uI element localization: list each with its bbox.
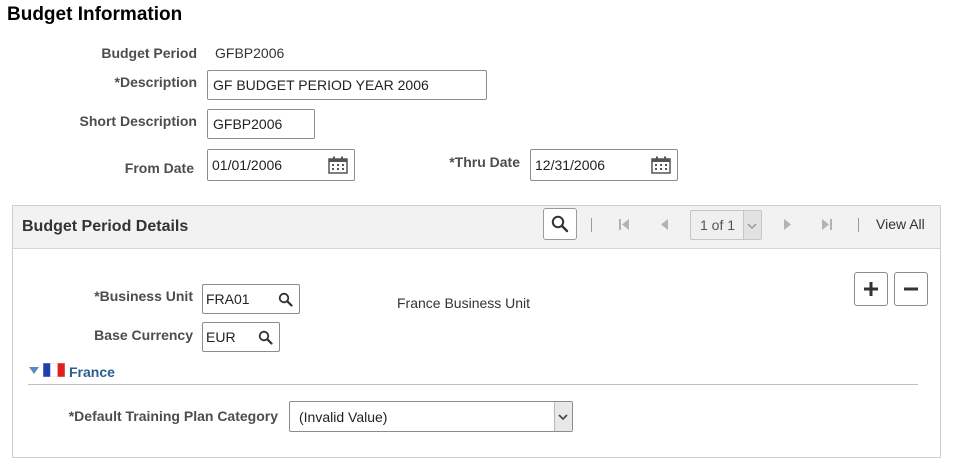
- calendar-icon[interactable]: [651, 156, 671, 174]
- business-unit-description: France Business Unit: [397, 295, 531, 311]
- budget-period-value: GFBP2006: [215, 45, 285, 61]
- country-section-header[interactable]: France: [69, 364, 115, 380]
- thru-date-label: *Thru Date: [449, 154, 520, 170]
- from-date-field[interactable]: [207, 149, 355, 181]
- separator: [591, 218, 592, 232]
- next-page-icon[interactable]: [783, 218, 793, 231]
- separator: [858, 218, 859, 232]
- budget-period-label: Budget Period: [101, 45, 197, 61]
- view-all-link[interactable]: View All: [876, 216, 925, 232]
- base-currency-label: Base Currency: [94, 327, 193, 343]
- collapse-triangle-icon[interactable]: [29, 367, 39, 374]
- grid-title: Budget Period Details: [22, 218, 189, 235]
- first-page-icon[interactable]: [618, 218, 630, 231]
- calendar-icon[interactable]: [328, 156, 348, 174]
- grid-search-button[interactable]: [543, 208, 577, 240]
- minus-icon: [904, 287, 918, 291]
- search-icon[interactable]: [258, 330, 273, 345]
- business-unit-field[interactable]: [202, 284, 300, 314]
- search-icon[interactable]: [278, 292, 293, 307]
- page-selector-arrow[interactable]: [743, 211, 761, 239]
- from-date-input[interactable]: [212, 157, 312, 173]
- from-date-label: From Date: [124, 160, 194, 176]
- page-selector[interactable]: 1 of 1: [690, 210, 762, 240]
- base-currency-field[interactable]: [202, 322, 280, 352]
- last-page-icon[interactable]: [821, 218, 833, 231]
- training-category-value: (Invalid Value): [299, 409, 388, 425]
- business-unit-label: *Business Unit: [94, 288, 193, 304]
- description-input[interactable]: [207, 70, 487, 100]
- short-description-input[interactable]: [207, 109, 315, 139]
- short-description-label: Short Description: [79, 113, 197, 129]
- chevron-down-icon: [558, 414, 568, 420]
- base-currency-input[interactable]: [206, 329, 251, 345]
- select-arrow[interactable]: [554, 402, 572, 431]
- business-unit-input[interactable]: [206, 291, 266, 307]
- france-flag-icon: [43, 363, 65, 377]
- page-selector-text: 1 of 1: [700, 217, 736, 233]
- thru-date-input[interactable]: [535, 157, 635, 173]
- search-icon: [551, 215, 569, 233]
- plus-icon: [864, 282, 878, 296]
- previous-page-icon[interactable]: [659, 218, 669, 231]
- page-title: Budget Information: [7, 4, 183, 25]
- add-row-button[interactable]: [854, 272, 888, 306]
- section-divider: [28, 384, 918, 385]
- thru-date-field[interactable]: [530, 149, 678, 181]
- chevron-down-icon: [747, 223, 757, 229]
- delete-row-button[interactable]: [894, 272, 928, 306]
- training-category-select[interactable]: (Invalid Value): [289, 401, 573, 432]
- description-label: *Description: [114, 74, 197, 90]
- training-category-label: *Default Training Plan Category: [68, 408, 278, 424]
